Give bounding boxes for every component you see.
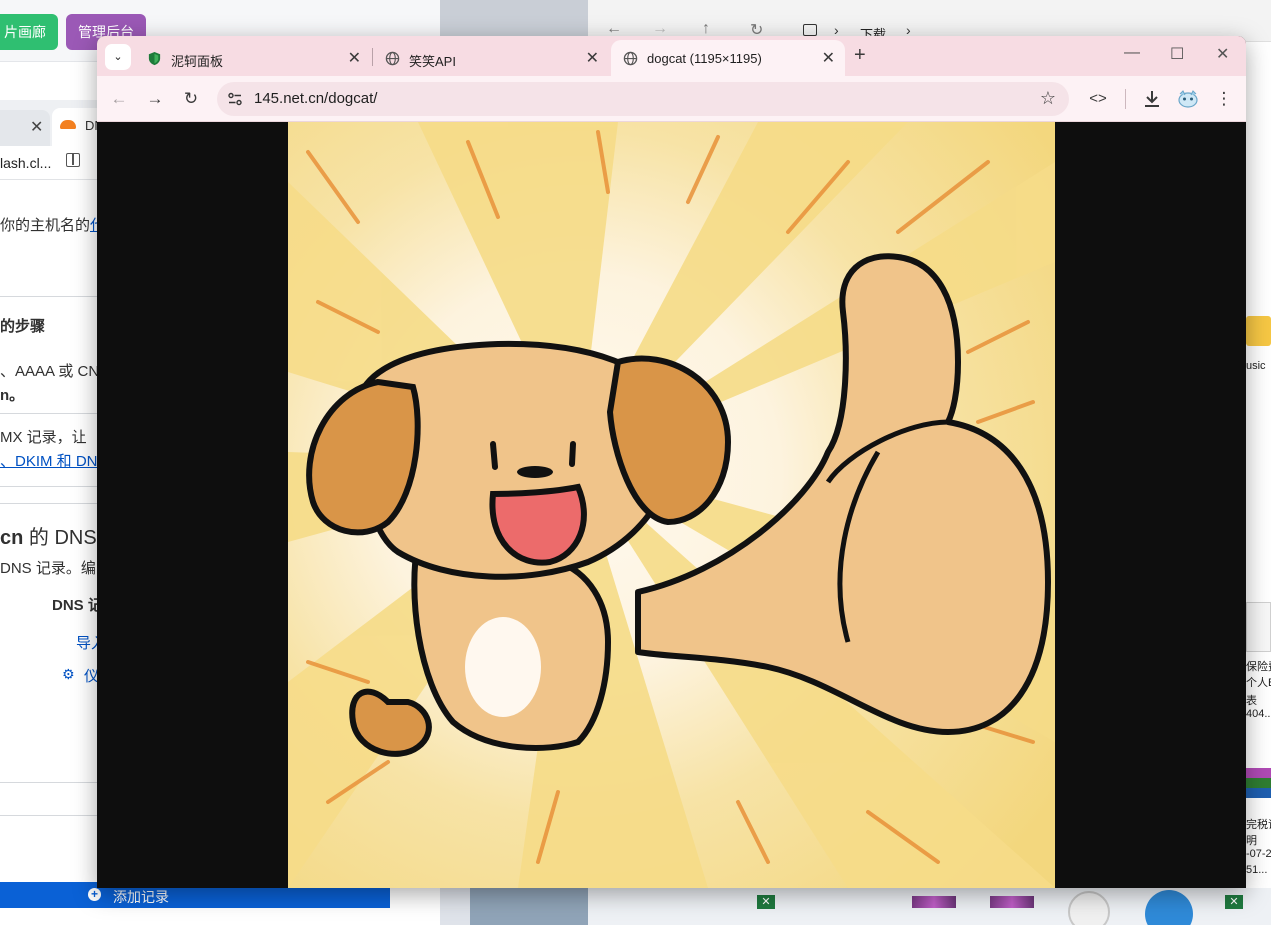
close-icon[interactable]: ✕	[30, 117, 43, 137]
desktop-icons-column: usic 保险费 个人B 表 404... 完税证 明 -07-2 51...	[1246, 42, 1271, 925]
desktop-file-label[interactable]: 保险费	[1246, 658, 1271, 674]
tab-title: dogcat (1195×1195)	[647, 51, 762, 66]
back-arrow-icon[interactable]: ←	[107, 87, 131, 111]
archive-file-icon[interactable]	[1246, 768, 1271, 798]
desktop-file-label[interactable]: 表	[1246, 692, 1257, 708]
close-icon[interactable]: ✕	[822, 48, 835, 68]
window-close-icon[interactable]: ✕	[1216, 44, 1229, 64]
browser-toolbar: ← → ↻ 145.net.cn/dogcat/ ☆ <> ⋮	[97, 76, 1246, 122]
split-view-icon[interactable]	[66, 153, 80, 167]
globe-icon	[623, 51, 638, 66]
globe-icon	[385, 51, 400, 66]
spreadsheet-file-icon[interactable]	[1246, 602, 1271, 652]
excel-file-icon[interactable]: ✕	[757, 895, 775, 909]
url-text[interactable]: 145.net.cn/dogcat/	[254, 90, 377, 107]
tab-panel[interactable]: 泥轲面板 ✕	[135, 40, 371, 76]
gear-icon[interactable]: ⚙	[62, 666, 75, 683]
archive-file-icon[interactable]	[990, 896, 1034, 908]
dns-records-text: DNS 记录。编	[0, 560, 96, 577]
folder-view-icon	[803, 24, 817, 36]
folder-icon[interactable]	[1246, 316, 1271, 346]
desktop-file-label[interactable]: 个人B	[1246, 674, 1271, 690]
hostname-text: 你的主机名的代	[0, 214, 105, 235]
puppy-thumbs-up-illustration	[288, 122, 1055, 888]
tab-dogcat[interactable]: dogcat (1195×1195) ✕	[611, 40, 845, 76]
dogcat-image	[288, 122, 1055, 888]
background-address-text[interactable]: lash.cl...	[0, 155, 51, 171]
maximize-icon[interactable]: ☐	[1170, 44, 1184, 64]
gallery-button[interactable]: 片画廊	[0, 14, 58, 50]
star-icon[interactable]: ☆	[1040, 88, 1056, 109]
divider	[0, 503, 100, 504]
app-icon[interactable]	[1068, 891, 1110, 925]
minimize-icon[interactable]: —	[1124, 44, 1140, 62]
cloudflare-logo-icon	[60, 120, 76, 129]
dkim-link[interactable]: 、DKIM 和 DN	[0, 450, 98, 471]
kebab-menu-icon[interactable]: ⋮	[1212, 87, 1236, 111]
domain-suffix-text: n。	[0, 387, 25, 404]
aaaa-text: 、AAAA 或 CN	[0, 363, 100, 380]
browser-window: ⌄ 泥轲面板 ✕ 笑笑API ✕ dogcat (1195×1195) ✕ + …	[97, 36, 1246, 888]
divider	[0, 815, 100, 816]
chevron-down-icon: ⌄	[113, 51, 123, 63]
tab-title: 泥轲面板	[171, 54, 224, 69]
steps-heading: 的步骤	[0, 318, 46, 335]
desktop-file-label[interactable]: -07-2	[1246, 848, 1271, 860]
tab-api[interactable]: 笑笑API ✕	[373, 40, 609, 76]
desktop-file-label[interactable]: 明	[1246, 832, 1257, 848]
desktop-label-music[interactable]: usic	[1246, 360, 1266, 372]
dns-label: DNS 记	[52, 597, 103, 614]
divider	[0, 296, 100, 297]
plus-icon: +	[88, 888, 101, 901]
close-icon[interactable]: ✕	[586, 48, 599, 68]
address-bar[interactable]: 145.net.cn/dogcat/ ☆	[217, 82, 1069, 116]
divider	[0, 486, 100, 487]
code-icon[interactable]: <>	[1086, 87, 1110, 111]
archive-file-icon[interactable]	[912, 896, 956, 908]
new-tab-plus-icon[interactable]: +	[854, 44, 866, 67]
desktop-file-label[interactable]: 完税证	[1246, 816, 1271, 832]
shield-icon	[148, 51, 161, 66]
divider	[0, 782, 100, 783]
tab-title: 笑笑API	[409, 54, 456, 69]
extension-icon[interactable]	[1176, 87, 1200, 111]
desktop-file-label[interactable]: 51...	[1246, 864, 1267, 876]
tune-icon[interactable]	[227, 91, 243, 107]
dns-heading: cn 的 DNS	[0, 527, 97, 549]
divider	[0, 413, 100, 414]
tab-search-button[interactable]: ⌄	[105, 44, 131, 70]
mx-text: MX 记录，让	[0, 429, 87, 446]
close-icon[interactable]: ✕	[348, 48, 361, 68]
background-gray-strip	[440, 0, 590, 40]
toolbar-separator	[1125, 89, 1126, 109]
reload-icon[interactable]: ↻	[179, 87, 203, 111]
excel-file-icon[interactable]: ✕	[1225, 895, 1243, 909]
desktop-file-label[interactable]: 404...	[1246, 708, 1271, 720]
add-record-label: 添加记录	[113, 889, 169, 905]
download-icon[interactable]	[1140, 87, 1164, 111]
tab-strip: ⌄ 泥轲面板 ✕ 笑笑API ✕ dogcat (1195×1195) ✕ + …	[97, 36, 1246, 76]
page-viewport	[97, 122, 1246, 888]
forward-arrow-icon[interactable]: →	[143, 87, 167, 111]
